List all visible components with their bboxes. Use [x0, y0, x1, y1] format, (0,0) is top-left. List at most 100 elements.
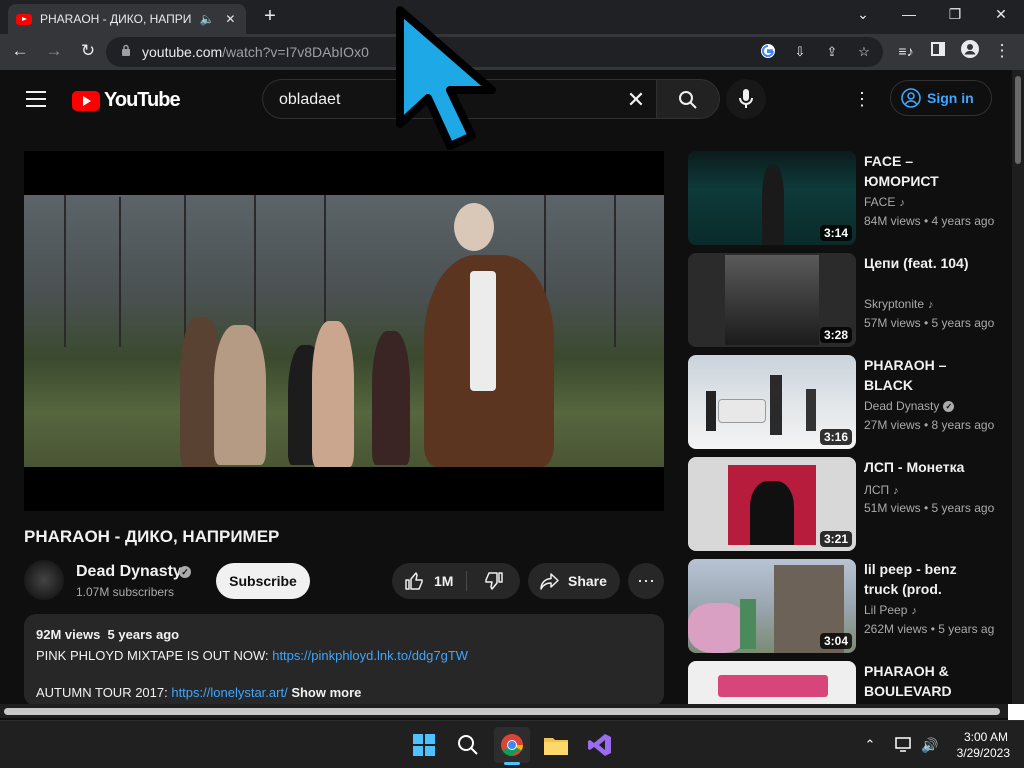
video-thumbnail[interactable]: 3:21 [688, 457, 856, 551]
volume-icon[interactable]: 🔊 [918, 727, 942, 763]
scrollbar-corner [1008, 704, 1024, 720]
search-query: obladaet [279, 91, 341, 108]
video-description[interactable]: 92M views 5 years ago PINK PHLOYD MIXTAP… [24, 614, 664, 706]
recommended-video[interactable]: PHARAOH & BOULEVARD DEPO [688, 661, 998, 704]
like-dislike-group: 1M [392, 563, 520, 599]
search-icon [679, 91, 697, 109]
back-button[interactable]: ← [8, 40, 32, 64]
like-button[interactable]: 1M [392, 563, 466, 599]
recommended-title: PHARAOH & BOULEVARD DEPO [864, 663, 952, 699]
subscriber-count: 1.07M subscribers [76, 585, 175, 599]
visual-studio-button[interactable] [582, 727, 618, 763]
forward-button[interactable]: → [42, 40, 66, 64]
network-icon[interactable] [892, 727, 916, 763]
music-note-icon: ♪ [928, 299, 934, 311]
url-text: youtube.com/watch?v=I7v8DAbIOx0 [142, 44, 369, 60]
clock-date[interactable]: 3/29/2023 [946, 746, 1010, 760]
subscribe-button[interactable]: Subscribe [216, 563, 310, 599]
scroll-thumb[interactable] [4, 708, 1000, 715]
youtube-play-logo-icon [72, 90, 100, 111]
chrome-icon [501, 734, 523, 756]
tour-link[interactable]: https://lonelystar.art/ [171, 685, 287, 700]
thumbs-up-icon [405, 572, 423, 590]
vertical-scrollbar[interactable] [1012, 70, 1024, 708]
recommended-video[interactable]: 3:21 ЛСП - Монетка ЛСП ♪ 51M views • 5 ye… [688, 457, 998, 551]
account-icon [901, 88, 921, 108]
share-button[interactable]: Share [528, 563, 620, 599]
microphone-icon [739, 89, 753, 108]
browser-tab[interactable]: PHARAOH - ДИКО, НАПРИМЕР - YouTube 🔈 ✕ [8, 4, 246, 34]
bookmark-star-icon[interactable]: ☆ [854, 43, 874, 61]
video-duration: 3:04 [819, 633, 852, 649]
voice-search-button[interactable] [726, 79, 766, 119]
tab-title: PHARAOH - ДИКО, НАПРИМЕР - YouTube [40, 12, 192, 26]
video-thumbnail[interactable]: 3:04 [688, 559, 856, 653]
settings-more-icon[interactable]: ⋮ [850, 87, 874, 111]
recommended-video[interactable]: 3:28 Цепи (feat. 104) Skryptonite ♪ 57M v… [688, 253, 998, 347]
description-line: AUTUMN TOUR 2017: https://lonelystar.art… [36, 685, 362, 700]
lock-icon[interactable] [116, 43, 136, 61]
more-actions-button[interactable]: ⋯ [628, 563, 664, 599]
windows-taskbar: ⌃ 🔊 3:00 AM 3/29/2023 [0, 720, 1024, 768]
channel-avatar[interactable] [24, 560, 64, 600]
tab-search-chevron-icon[interactable]: ⌄ [848, 4, 878, 26]
mixtape-link[interactable]: https://pinkphloyd.lnk.to/ddg7gTW [272, 648, 468, 663]
close-window-button[interactable]: ✕ [986, 4, 1016, 26]
show-more-button[interactable]: Show more [291, 685, 361, 700]
video-duration: 3:14 [819, 225, 852, 241]
minimize-button[interactable]: — [894, 4, 924, 26]
horizontal-scrollbar[interactable] [0, 704, 1012, 718]
recommended-video[interactable]: 3:14 FACE – ЮМОРИСТ (Official Music Vide… [688, 151, 998, 245]
install-app-icon[interactable]: ⇩ [790, 43, 810, 61]
hamburger-menu-icon[interactable] [26, 91, 46, 107]
dislike-button[interactable] [467, 563, 520, 599]
video-frame-image [24, 195, 664, 467]
profile-avatar-icon[interactable] [958, 40, 982, 64]
recommended-title: ЛСП - Монетка [864, 459, 965, 475]
recommended-title: FACE – ЮМОРИСТ (Official Music Video) [864, 153, 939, 189]
share-page-icon[interactable]: ⇪ [822, 43, 842, 61]
verified-check-icon: ✓ [943, 401, 955, 413]
show-hidden-icons-chevron-icon[interactable]: ⌃ [858, 727, 882, 763]
sign-in-button[interactable]: Sign in [890, 80, 992, 116]
speaker-icon[interactable]: 🔈 [200, 12, 215, 26]
browser-toolbar: ← → ↻ youtube.com/watch?v=I7v8DAbIOx0 ⇩ … [0, 34, 1024, 70]
video-thumbnail[interactable] [688, 661, 856, 704]
side-panel-icon[interactable] [926, 40, 950, 64]
visual-studio-icon [588, 734, 611, 756]
video-thumbnail[interactable]: 3:28 [688, 253, 856, 347]
tab-close-icon[interactable]: ✕ [223, 12, 238, 26]
youtube-logo[interactable]: YouTube [72, 89, 181, 112]
chrome-taskbar-button[interactable] [494, 727, 530, 765]
thumbs-down-icon [484, 572, 503, 590]
start-button[interactable] [406, 727, 442, 763]
video-player[interactable] [24, 151, 664, 511]
video-thumbnail[interactable]: 3:16 [688, 355, 856, 449]
recommended-title: lil peep - benz truck (prod. smokeasac) [864, 561, 957, 597]
clock-time[interactable]: 3:00 AM [958, 730, 1008, 744]
video-title: PHARAOH - ДИКО, НАПРИМЕР [24, 527, 280, 546]
chrome-menu-icon[interactable]: ⋮ [990, 40, 1014, 64]
restore-button[interactable]: ❐ [940, 4, 970, 26]
recommended-video[interactable]: 3:04 lil peep - benz truck (prod. smokea… [688, 559, 998, 653]
music-note-icon: ♪ [893, 485, 899, 497]
recommended-meta: 262M views • 5 years ago [864, 622, 994, 636]
new-tab-button[interactable]: + [258, 6, 282, 28]
clear-search-icon[interactable]: ✕ [624, 87, 648, 113]
recommended-video[interactable]: 3:16 PHARAOH – BLACK SIEMENS Dead Dynast… [688, 355, 998, 449]
mouse-cursor-icon [396, 6, 496, 150]
recommended-channel: Lil Peep ♪ [864, 603, 917, 617]
google-g-icon[interactable] [758, 43, 778, 61]
file-explorer-button[interactable] [538, 727, 574, 763]
recommended-meta: 51M views • 5 years ago [864, 501, 994, 515]
video-thumbnail[interactable]: 3:14 [688, 151, 856, 245]
channel-name[interactable]: Dead Dynasty [76, 563, 182, 581]
search-button[interactable] [656, 79, 720, 119]
reload-button[interactable]: ↻ [76, 40, 100, 64]
search-taskbar-button[interactable] [450, 727, 486, 763]
media-control-icon[interactable]: ≡♪ [894, 40, 918, 64]
scroll-thumb[interactable] [1015, 76, 1021, 164]
youtube-header: YouTube obladaet ✕ ⋮ Sign in [0, 70, 1012, 128]
recommended-title: PHARAOH – BLACK SIEMENS [864, 357, 947, 393]
recommended-channel: Skryptonite ♪ [864, 297, 934, 311]
